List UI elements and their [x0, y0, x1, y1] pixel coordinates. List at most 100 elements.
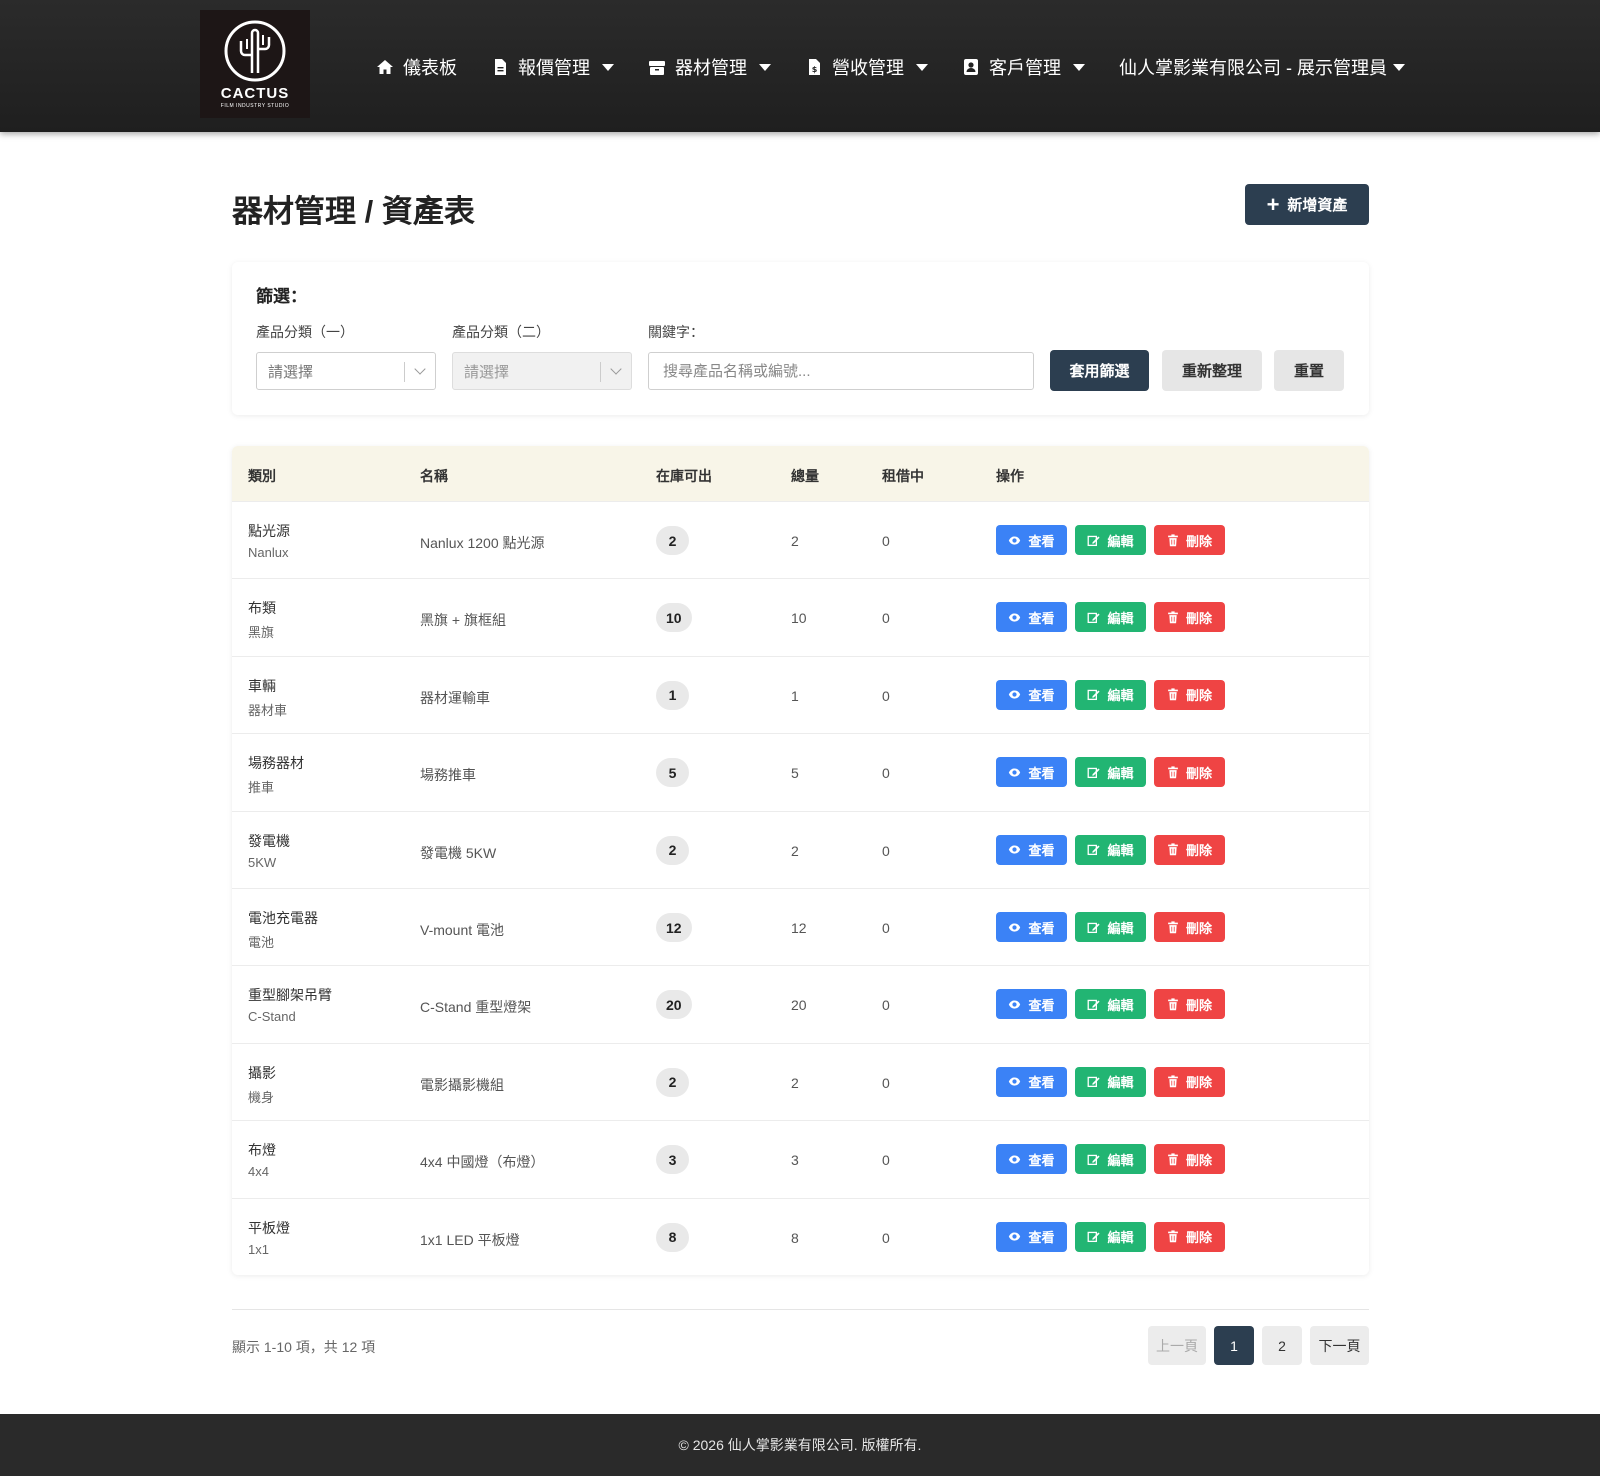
prev-page-button[interactable]: 上一頁 [1148, 1326, 1206, 1365]
view-button[interactable]: 查看 [996, 1144, 1067, 1175]
row-available-badge: 12 [656, 913, 692, 942]
delete-label: 刪除 [1185, 533, 1212, 549]
edit-button[interactable]: 編輯 [1075, 525, 1146, 555]
delete-button[interactable]: 刪除 [1154, 1144, 1225, 1175]
row-available-badge: 2 [656, 1067, 689, 1097]
row-total: 8 [791, 1229, 799, 1246]
edit-label: 編輯 [1107, 997, 1134, 1013]
view-label: 查看 [1028, 920, 1055, 936]
delete-button[interactable]: 刪除 [1154, 602, 1225, 633]
row-total: 5 [791, 765, 799, 782]
table-row: 布類 黑旗 黑旗 + 旗框組 10 10 0 查看 編輯 刪除 [232, 578, 1369, 655]
delete-button[interactable]: 刪除 [1154, 1221, 1225, 1252]
edit-button[interactable]: 編輯 [1075, 1221, 1146, 1252]
trash-icon [1168, 998, 1178, 1011]
view-button[interactable]: 查看 [996, 834, 1067, 865]
nav-customers-label: 客戶管理 [989, 58, 1061, 78]
trash-icon [1168, 843, 1178, 856]
nav-equipment[interactable]: 器材管理 [648, 54, 771, 80]
view-button[interactable]: 查看 [996, 679, 1067, 710]
invoice-icon: $ [809, 59, 820, 75]
nav-quotes[interactable]: 報價管理 [491, 54, 614, 80]
row-rented: 0 [882, 1152, 890, 1169]
next-page-button[interactable]: 下一頁 [1310, 1326, 1369, 1365]
trash-icon [1168, 533, 1178, 546]
select-divider [404, 362, 405, 382]
edit-button[interactable]: 編輯 [1075, 989, 1146, 1020]
page-2-button[interactable]: 2 [1262, 1326, 1302, 1365]
table-row: 攝影 機身 電影攝影機組 2 2 0 查看 編輯 刪除 [232, 1042, 1369, 1120]
page-title: 器材管理 / 資產表 [232, 194, 475, 229]
delete-label: 刪除 [1185, 1152, 1212, 1168]
chevron-down-icon [1393, 63, 1405, 71]
table-header: 類別 名稱 在庫可出 總量 租借中 操作 [232, 446, 1369, 501]
row-category: 車輛 [248, 677, 276, 694]
nav-user-menu[interactable]: 仙人掌影業有限公司 - 展示管理員 [1119, 54, 1405, 80]
main-nav: 儀表板 報價管理 器材管理 $ 營收管理 客戶管理 仙人掌影業有限公司 - 展示… [376, 52, 1405, 82]
delete-label: 刪除 [1185, 843, 1212, 859]
row-rented: 0 [882, 920, 890, 936]
col-header-total: 總量 [791, 468, 819, 484]
chevron-down-icon [916, 63, 928, 71]
apply-filter-button[interactable]: 套用篩選 [1050, 350, 1149, 391]
table-row: 平板燈 1x1 1x1 LED 平板燈 8 8 0 查看 編輯 刪除 [232, 1197, 1369, 1275]
delete-label: 刪除 [1185, 920, 1212, 936]
page-1-button[interactable]: 1 [1214, 1326, 1254, 1365]
keyword-search-input[interactable] [648, 352, 1034, 390]
nav-customers[interactable]: 客戶管理 [962, 54, 1085, 80]
row-available-badge: 1 [656, 680, 689, 710]
row-total: 2 [791, 533, 799, 549]
nav-revenue[interactable]: $ 營收管理 [805, 54, 928, 80]
delete-button[interactable]: 刪除 [1154, 757, 1225, 788]
edit-button[interactable]: 編輯 [1075, 1066, 1146, 1097]
row-category: 攝影 [248, 1064, 276, 1081]
row-rented: 0 [882, 997, 890, 1014]
delete-button[interactable]: 刪除 [1154, 525, 1225, 555]
view-button[interactable]: 查看 [996, 989, 1067, 1020]
view-button[interactable]: 查看 [996, 1066, 1067, 1097]
edit-button[interactable]: 編輯 [1075, 602, 1146, 633]
edit-icon [1088, 1231, 1101, 1243]
row-category: 場務器材 [248, 755, 304, 772]
delete-button[interactable]: 刪除 [1154, 834, 1225, 865]
view-button[interactable]: 查看 [996, 757, 1067, 788]
row-available-badge: 2 [656, 835, 689, 865]
row-subcategory: 5KW [248, 854, 277, 870]
edit-button[interactable]: 編輯 [1075, 757, 1146, 788]
category1-select[interactable]: 請選擇 [256, 352, 436, 390]
file-icon [495, 59, 506, 75]
reset-button[interactable]: 重置 [1274, 350, 1344, 391]
row-total: 3 [791, 1152, 799, 1169]
edit-button[interactable]: 編輯 [1075, 1144, 1146, 1175]
refresh-button[interactable]: 重新整理 [1162, 350, 1262, 391]
row-rented: 0 [882, 687, 890, 704]
view-label: 查看 [1028, 765, 1055, 781]
delete-button[interactable]: 刪除 [1154, 679, 1225, 710]
delete-label: 刪除 [1185, 765, 1212, 781]
row-subcategory: C-Stand [248, 1009, 296, 1025]
row-category: 布類 [248, 600, 276, 617]
edit-icon [1088, 767, 1101, 778]
chevron-down-icon [1073, 63, 1085, 71]
delete-button[interactable]: 刪除 [1154, 989, 1225, 1020]
view-label: 查看 [1028, 610, 1055, 626]
delete-button[interactable]: 刪除 [1154, 1066, 1225, 1097]
edit-button[interactable]: 編輯 [1075, 912, 1146, 942]
edit-label: 編輯 [1107, 765, 1134, 781]
table-row: 電池充電器 電池 V-mount 電池 12 12 0 查看 編輯 刪除 [232, 888, 1369, 965]
view-button[interactable]: 查看 [996, 602, 1067, 633]
col-header-name: 名稱 [420, 468, 448, 484]
view-button[interactable]: 查看 [996, 1221, 1067, 1252]
table-row: 車輛 器材車 器材運輸車 1 1 0 查看 編輯 刪除 [232, 655, 1369, 733]
nav-dashboard[interactable]: 儀表板 [376, 54, 457, 80]
add-asset-button[interactable]: + 新增資產 [1245, 184, 1369, 225]
edit-button[interactable]: 編輯 [1075, 834, 1146, 865]
brand-logo[interactable]: CACTUS FILM INDUSTRY STUDIO [200, 10, 310, 118]
view-button[interactable]: 查看 [996, 525, 1067, 555]
delete-button[interactable]: 刪除 [1154, 912, 1225, 942]
row-name: 場務推車 [420, 767, 476, 784]
view-button[interactable]: 查看 [996, 912, 1067, 942]
edit-button[interactable]: 編輯 [1075, 679, 1146, 710]
view-label: 查看 [1028, 1075, 1055, 1091]
category2-select[interactable]: 請選擇 [452, 352, 632, 390]
